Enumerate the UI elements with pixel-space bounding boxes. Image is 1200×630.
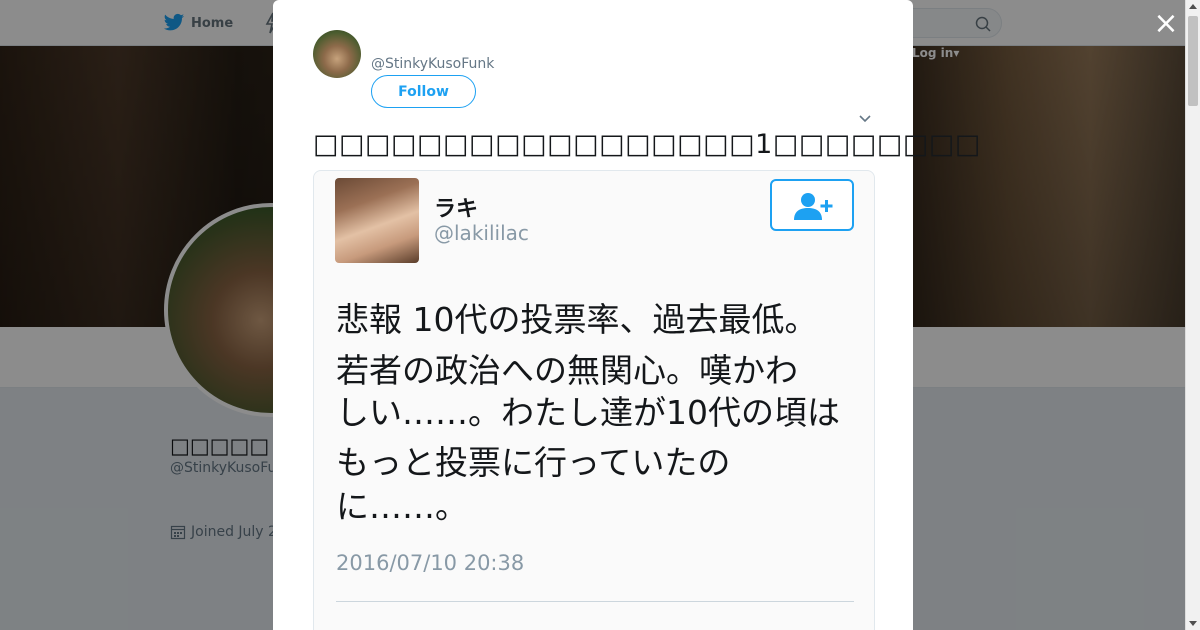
scroll-up-arrow[interactable]	[1189, 4, 1197, 9]
embedded-body: 悲報 10代の投票率、過去最低。 若者の政治への無関心。嘆かわ しい……。わたし…	[336, 294, 856, 526]
tweet-media[interactable]: ラキ @lakililac 悲報 10代の投票率、過去最低。 若者の政治への無関…	[313, 170, 875, 630]
scroll-thumb[interactable]	[1188, 16, 1198, 106]
divider	[336, 601, 854, 602]
embedded-date: 2016/07/10 20:38	[336, 551, 525, 575]
add-user-icon	[794, 193, 833, 220]
embedded-line: 若者の政治への無関心。嘆かわ	[336, 351, 798, 390]
embedded-line: もっと投票に行っていたの	[336, 443, 731, 482]
scrollbar[interactable]	[1185, 0, 1200, 630]
embedded-line: しい……。わたし達が10代の頃は	[336, 393, 840, 432]
embedded-handle: @lakililac	[434, 221, 529, 245]
tweet-modal: @StinkyKusoFunk Follow □□□□□□□□□□□□□□□□□…	[273, 0, 980, 630]
embedded-follow-button	[770, 179, 854, 231]
author-avatar[interactable]	[313, 30, 361, 78]
embedded-display-name: ラキ	[434, 197, 479, 222]
embedded-avatar	[335, 178, 419, 263]
author-handle[interactable]: @StinkyKusoFunk	[371, 56, 494, 72]
tweet-text: □□□□□□□□□□□□□□□□□1□□□□□□□□	[313, 129, 981, 160]
page: Home Log in▾ □□□□□ @StinkyKusoFunk Joine…	[0, 0, 1200, 630]
scroll-down-arrow[interactable]	[1189, 621, 1197, 626]
embedded-line: に……。	[336, 487, 468, 526]
close-icon[interactable]: ×	[1152, 9, 1180, 39]
follow-button[interactable]: Follow	[371, 75, 476, 108]
chevron-down-icon[interactable]	[857, 110, 873, 126]
embedded-line: 悲報 10代の投票率、過去最低。	[336, 300, 818, 339]
